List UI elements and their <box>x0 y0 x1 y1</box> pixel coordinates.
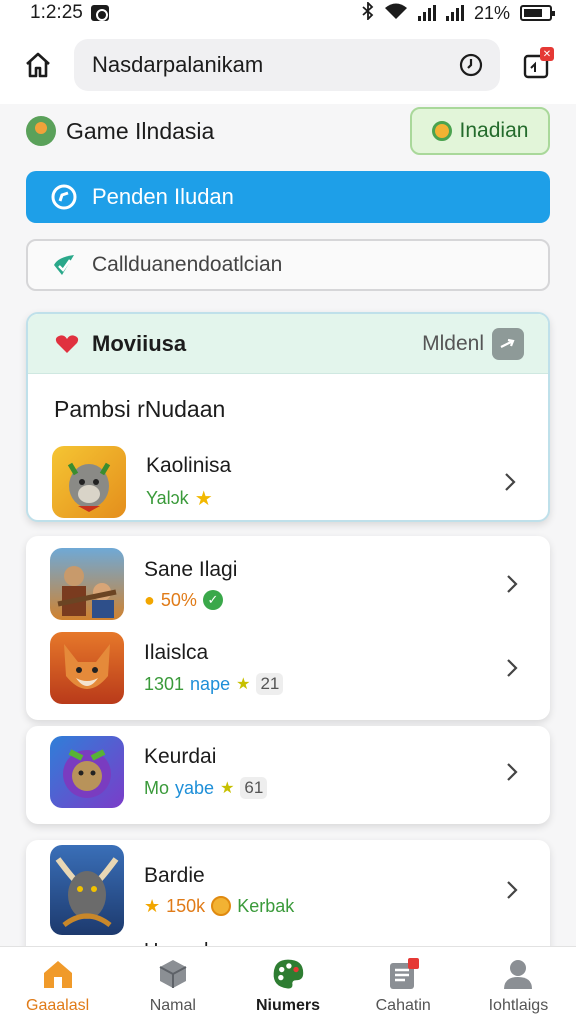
game-list-card: Sane Ilagi ● 50% ✓ Ilaislca 1301 nape ★ … <box>26 536 550 720</box>
home-button[interactable] <box>18 45 58 85</box>
flame-icon: ● <box>144 589 155 610</box>
list-item-meta-b: Kerbak <box>237 895 295 916</box>
list-item-meta-a: 150k <box>166 895 206 916</box>
featured-card-subtitle: Pambsi rNudaan <box>54 396 226 422</box>
search-input[interactable]: Nasdarpalanikam <box>74 39 500 91</box>
list-item-meta-b: nape <box>190 673 231 694</box>
list-item-title: Ilaislca <box>144 641 209 664</box>
bottom-tab-bar: Gaaalasl Namal Niumers Cahatin Iohtlaigs <box>0 946 576 1024</box>
signal-icon-2 <box>445 5 464 21</box>
battery-icon <box>520 5 555 21</box>
list-item-title: Sane Ilagi <box>144 557 238 581</box>
primary-action-label: Penden Iludan <box>92 184 234 209</box>
wifi-icon <box>384 2 408 25</box>
chevron-right-icon <box>498 758 526 786</box>
status-time: 1:2:25 <box>30 2 83 23</box>
fox-game-thumbnail <box>50 632 124 704</box>
chevron-right-icon <box>498 570 526 598</box>
section-action-label: Inadian <box>459 119 529 142</box>
coin-icon <box>211 896 232 916</box>
home-icon <box>41 957 75 991</box>
secondary-input-text: Calldu​anendoatlcian <box>92 253 283 276</box>
news-icon <box>386 957 420 991</box>
tab-palette[interactable]: Niumers <box>230 947 345 1024</box>
notification-badge-icon: ✕ <box>540 47 554 61</box>
bluetooth-icon <box>362 0 374 25</box>
compass-icon <box>51 184 77 210</box>
tab-home[interactable]: Gaaalasl <box>0 947 115 1024</box>
signal-icon <box>417 5 436 21</box>
list-item-meta-a: 1301 <box>144 673 185 694</box>
search-text: Nasdarpalanikam <box>92 52 264 77</box>
check-badge-icon: ✓ <box>202 590 223 610</box>
lion-game-thumbnail <box>50 736 124 808</box>
star-icon: ★ <box>194 487 213 510</box>
box-icon <box>156 957 190 991</box>
chevron-right-icon <box>498 876 526 904</box>
list-item[interactable]: Kaolinisa Yalɔk ★ <box>28 440 548 520</box>
notifications-button[interactable]: ✕ <box>516 45 556 85</box>
app-notification-icon <box>90 5 109 21</box>
star-icon: ★ <box>144 895 161 916</box>
list-item-meta: Yalɔk <box>146 487 189 508</box>
tab-label: Niumers <box>255 996 321 1014</box>
list-item-title: Bardie <box>144 863 205 887</box>
heart-icon <box>55 334 79 353</box>
featured-card-title: Moviiusa <box>92 330 187 356</box>
battery-percent: 21% <box>473 2 510 23</box>
goat-game-thumbnail <box>52 446 126 518</box>
top-bar: Nasdarpalanikam ✕ <box>0 26 576 104</box>
tab-label: Gaaalasl <box>26 996 90 1014</box>
game-list-card: Keurdai Mo yabe ★ 61 <box>26 726 550 824</box>
list-item[interactable]: Ilaislca 1301 nape ★ 21 <box>26 626 550 710</box>
list-item-meta-a: Mo <box>144 777 170 798</box>
featured-card-more-button[interactable]: Mldenl <box>422 327 524 360</box>
list-item-count: 21 <box>256 673 284 695</box>
chevron-right-icon <box>498 654 526 682</box>
leaf-check-icon <box>54 255 74 275</box>
tab-label: Iohtlaigs <box>488 996 549 1014</box>
chevron-right-icon <box>496 468 524 496</box>
list-item-title: Kaolinisa <box>146 453 232 477</box>
list-item[interactable]: Keurdai Mo yabe ★ 61 <box>26 726 550 818</box>
featured-card-header: Moviiusa Mldenl <box>28 314 548 374</box>
coin-icon <box>431 121 452 141</box>
section-header: Game Ilndasia Inadian <box>26 106 550 156</box>
status-bar: 1:2:25 21% <box>0 0 576 26</box>
featured-card: Moviiusa Mldenl Pambsi rNudaan Kaolinisa… <box>26 312 550 522</box>
list-item-meta: 50% <box>160 589 197 610</box>
timer-icon <box>459 53 483 77</box>
tab-box[interactable]: Namal <box>115 947 230 1024</box>
list-item[interactable]: Bardie ★ 150k Kerbak <box>26 840 550 940</box>
person-icon <box>501 957 535 991</box>
section-action-button[interactable]: Inadian <box>410 107 550 155</box>
tab-label: Namal <box>149 996 196 1014</box>
profile-avatar-icon <box>26 116 56 146</box>
star-icon: ★ <box>220 780 235 797</box>
primary-action-button[interactable]: Penden Iludan <box>26 171 550 223</box>
secondary-input[interactable]: Calldu​anendoatlcian <box>26 239 550 291</box>
section-title: Game Ilndasia <box>66 117 215 144</box>
bull-game-thumbnail <box>50 845 124 935</box>
list-item-meta-b: yabe <box>175 777 215 798</box>
tab-news[interactable]: Cahatin <box>346 947 461 1024</box>
star-icon: ★ <box>236 676 251 693</box>
list-item-count: 61 <box>240 777 268 799</box>
warrior-game-thumbnail <box>50 548 124 620</box>
list-item-title: Keurdai <box>144 745 217 768</box>
list-item[interactable]: Sane Ilagi ● 50% ✓ <box>26 542 550 626</box>
home-icon <box>26 52 50 78</box>
tab-profile[interactable]: Iohtlaigs <box>461 947 576 1024</box>
featured-card-more-label: Mldenl <box>422 331 484 355</box>
arrow-right-icon <box>492 327 524 360</box>
tab-label: Cahatin <box>375 996 431 1014</box>
palette-icon <box>271 957 305 991</box>
